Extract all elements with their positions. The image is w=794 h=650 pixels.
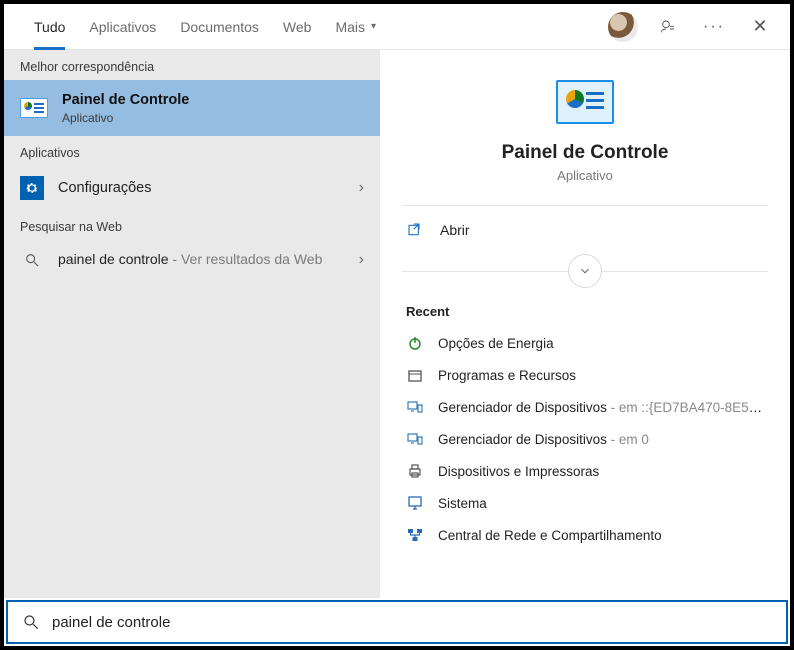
chevron-right-icon: › xyxy=(359,251,364,269)
section-best-match: Melhor correspondência xyxy=(4,50,380,80)
printer-icon xyxy=(406,462,424,480)
recent-item[interactable]: Central de Rede e Compartilhamento xyxy=(402,519,768,551)
tab-web[interactable]: Web xyxy=(271,4,324,50)
search-bar[interactable] xyxy=(6,600,788,644)
control-panel-icon xyxy=(556,80,614,124)
result-web-search[interactable]: painel de controle - Ver resultados da W… xyxy=(4,240,380,280)
result-web-suffix: - Ver resultados da Web xyxy=(169,251,323,267)
recent-list: Opções de Energia Programas e Recursos Ger… xyxy=(380,327,790,551)
preview-pane: Painel de Controle Aplicativo Abrir Rece… xyxy=(380,50,790,598)
preview-title: Painel de Controle xyxy=(502,142,669,164)
results-body: Melhor correspondência Painel de Control… xyxy=(4,50,790,598)
box-icon xyxy=(406,366,424,384)
section-apps: Aplicativos xyxy=(4,136,380,166)
best-match-subtitle: Aplicativo xyxy=(62,111,189,125)
search-icon xyxy=(20,250,44,268)
tab-documents[interactable]: Documentos xyxy=(168,4,271,50)
recent-header: Recent xyxy=(380,288,790,327)
search-window: Tudo Aplicativos Documentos Web Mais ▾ ·… xyxy=(4,4,790,646)
user-avatar[interactable] xyxy=(608,12,638,42)
preview-header: Painel de Controle Aplicativo xyxy=(380,50,790,205)
expand-actions xyxy=(402,254,768,288)
recent-item-label: Programas e Recursos xyxy=(438,368,576,383)
device-icon xyxy=(406,398,424,416)
best-match-title: Painel de Controle xyxy=(62,92,189,108)
best-match-item[interactable]: Painel de Controle Aplicativo xyxy=(4,80,380,136)
search-input[interactable] xyxy=(52,614,772,631)
recent-item-label: Gerenciador de Dispositivos xyxy=(438,400,607,415)
recent-item-suffix: - em ::{ED7BA470-8E54-465E... xyxy=(607,400,764,415)
recent-item[interactable]: Gerenciador de Dispositivos - em 0 xyxy=(402,423,768,455)
feedback-icon[interactable] xyxy=(652,11,684,43)
result-web-text: painel de controle - Ver resultados da W… xyxy=(58,250,345,270)
recent-item-label: Gerenciador de Dispositivos xyxy=(438,432,607,447)
control-panel-icon xyxy=(20,98,48,118)
tab-apps[interactable]: Aplicativos xyxy=(77,4,168,50)
chevron-right-icon: › xyxy=(359,179,364,197)
recent-item[interactable]: Opções de Energia xyxy=(402,327,768,359)
open-icon xyxy=(406,222,424,238)
device-icon xyxy=(406,430,424,448)
results-list: Melhor correspondência Painel de Control… xyxy=(4,50,380,598)
result-settings[interactable]: Configurações › xyxy=(4,166,380,210)
recent-item[interactable]: Sistema xyxy=(402,487,768,519)
chevron-down-icon xyxy=(578,264,592,278)
recent-item[interactable]: Dispositivos e Impressoras xyxy=(402,455,768,487)
result-settings-label: Configurações xyxy=(58,180,152,196)
recent-item-label: Central de Rede e Compartilhamento xyxy=(438,528,662,543)
filter-tabs: Tudo Aplicativos Documentos Web Mais ▾ ·… xyxy=(4,4,790,50)
network-icon xyxy=(406,526,424,544)
expand-button[interactable] xyxy=(568,254,602,288)
close-button[interactable]: ✕ xyxy=(744,11,776,43)
chevron-down-icon: ▾ xyxy=(371,21,376,32)
more-options-icon[interactable]: ··· xyxy=(698,11,730,43)
gear-icon xyxy=(20,176,44,200)
best-match-text: Painel de Controle Aplicativo xyxy=(62,91,189,125)
recent-item-suffix: - em 0 xyxy=(607,432,649,447)
tab-more-label: Mais xyxy=(335,19,365,35)
recent-item[interactable]: Programas e Recursos xyxy=(402,359,768,391)
monitor-icon xyxy=(406,494,424,512)
tab-more[interactable]: Mais ▾ xyxy=(323,4,388,50)
section-web: Pesquisar na Web xyxy=(4,210,380,240)
open-label: Abrir xyxy=(440,222,470,238)
power-icon xyxy=(406,334,424,352)
open-action[interactable]: Abrir xyxy=(380,206,790,254)
tab-all[interactable]: Tudo xyxy=(22,4,77,50)
recent-item-label: Opções de Energia xyxy=(438,336,554,351)
preview-subtitle: Aplicativo xyxy=(557,168,613,183)
result-web-query: painel de controle xyxy=(58,251,169,267)
recent-item-label: Sistema xyxy=(438,496,487,511)
search-icon xyxy=(22,613,40,631)
recent-item[interactable]: Gerenciador de Dispositivos - em ::{ED7B… xyxy=(402,391,768,423)
recent-item-label: Dispositivos e Impressoras xyxy=(438,464,599,479)
